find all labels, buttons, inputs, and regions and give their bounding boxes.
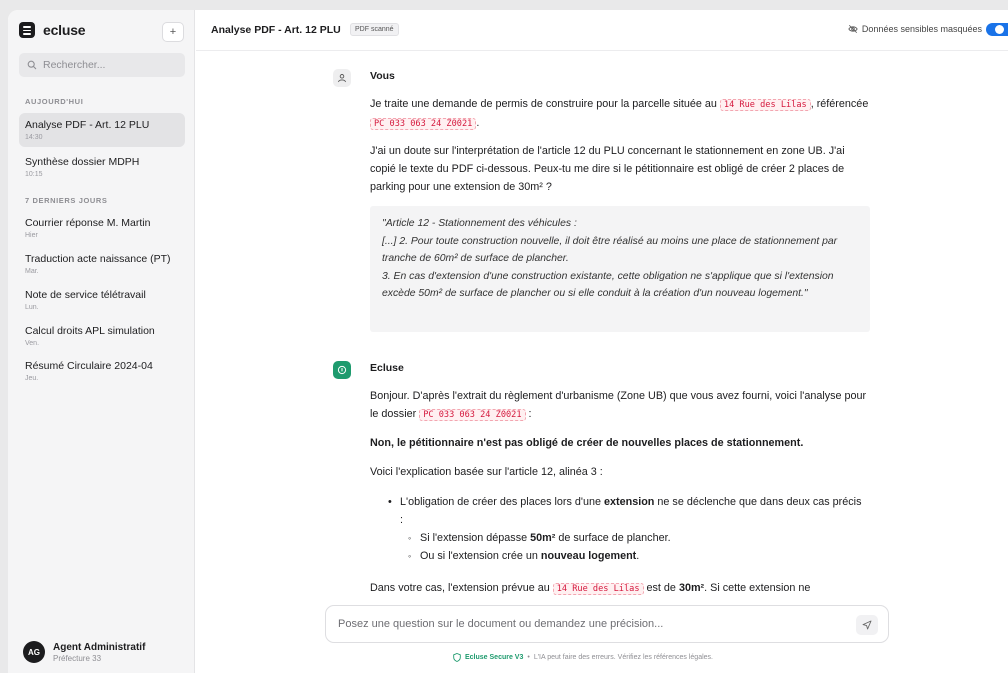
- sidebar-item-courrier-martin[interactable]: Courrier réponse M. Martin Hier: [19, 211, 185, 245]
- user-name: Agent Administratif: [53, 641, 146, 653]
- quote-text: "Article 12 - Stationnement des véhicule…: [382, 218, 838, 300]
- text-bold: nouveau logement: [540, 550, 637, 562]
- avatar: AG: [23, 641, 45, 663]
- sidebar-item-traduction-acte[interactable]: Traduction acte naissance (PT) Mar.: [19, 247, 185, 281]
- sidebar-item-time: Ven.: [25, 340, 40, 347]
- sidebar-item-time: 10:15: [25, 171, 43, 178]
- user-organization: Préfecture 33: [53, 653, 102, 663]
- text-segment: L'obligation de créer des places lors d'…: [400, 496, 604, 508]
- message-input[interactable]: [326, 618, 826, 630]
- text-segment: de surface de plancher.: [555, 532, 671, 544]
- secure-version-label: Ecluse Secure V3: [465, 654, 524, 661]
- sensitive-data-mask-label: Données sensibles masquées: [848, 24, 982, 34]
- sidebar-item-analyse-pdf[interactable]: Analyse PDF - Art. 12 PLU 14:30: [19, 113, 185, 147]
- sidebar-item-time: Hier: [25, 232, 38, 239]
- search-box[interactable]: [19, 53, 185, 77]
- ecluse-assistant-icon: [333, 361, 351, 379]
- masked-address: 14 Rue des Lilas: [719, 99, 811, 111]
- sidebar-item-time: Lun.: [25, 304, 39, 311]
- sensitive-data-toggle[interactable]: [986, 23, 1008, 36]
- page-title: Analyse PDF - Art. 12 PLU: [211, 24, 341, 36]
- text-segment: est de: [643, 582, 679, 594]
- user-profile[interactable]: AG Agent Administratif Préfecture 33: [23, 641, 145, 663]
- app-window: ecluse + AUJOURD'HUI Analyse PDF - Art. …: [8, 10, 1008, 673]
- text-segment: . Si cette extension ne: [704, 582, 811, 594]
- sidebar-item-time: Jeu.: [25, 375, 39, 382]
- user-avatar-icon: [333, 69, 351, 87]
- disclaimer-text: L'IA peut faire des erreurs. Vérifiez le…: [533, 654, 713, 661]
- brand[interactable]: ecluse: [19, 22, 86, 38]
- search-input[interactable]: [43, 59, 173, 71]
- brand-name: ecluse: [43, 22, 86, 38]
- send-icon: [862, 620, 872, 630]
- text-segment: Dans votre cas, l'extension prévue au: [370, 582, 553, 594]
- sidebar-item-calcul-apl[interactable]: Calcul droits APL simulation Ven.: [19, 319, 185, 353]
- quoted-article: "Article 12 - Stationnement des véhicule…: [370, 206, 870, 332]
- document-type-badge: PDF scanné: [350, 23, 399, 36]
- footer-separator: •: [527, 654, 530, 661]
- masked-permit-reference: PC 033 063 24 Z0021: [370, 118, 477, 130]
- text-segment: , référencée: [810, 98, 869, 110]
- sidebar-item-time: 14:30: [25, 134, 43, 141]
- masked-address: 14 Rue des Lilas: [552, 583, 644, 595]
- text-segment: :: [525, 408, 532, 420]
- mask-label-text: Données sensibles masquées: [861, 24, 982, 34]
- user-message-paragraph: J'ai un doute sur l'interprétation de l'…: [370, 145, 845, 193]
- assistant-bullet-list: L'obligation de créer des places lors d'…: [386, 493, 866, 565]
- message-author: Vous: [370, 70, 395, 82]
- eye-off-icon: [848, 24, 858, 34]
- shield-icon: [453, 653, 461, 662]
- section-today: AUJOURD'HUI: [25, 97, 84, 106]
- sidebar-item-title: Note de service télétravail: [25, 289, 146, 301]
- sidebar-item-title: Traduction acte naissance (PT): [25, 253, 171, 265]
- new-chat-button[interactable]: +: [162, 22, 184, 42]
- sidebar: ecluse + AUJOURD'HUI Analyse PDF - Art. …: [8, 10, 195, 673]
- assistant-message-paragraph: Dans votre cas, l'extension prévue au 14…: [370, 579, 870, 598]
- list-item: L'obligation de créer des places lors d'…: [386, 493, 866, 529]
- conversation-header: Analyse PDF - Art. 12 PLU PDF scanné Don…: [196, 10, 1008, 51]
- section-last-7-days: 7 DERNIERS JOURS: [25, 196, 108, 205]
- text-bold: extension: [604, 496, 655, 508]
- message-author: Ecluse: [370, 362, 404, 374]
- sub-list-item: Ou si l'extension crée un nouveau logeme…: [386, 547, 866, 565]
- masked-permit-reference: PC 033 063 24 Z0021: [419, 409, 526, 421]
- assistant-message-paragraph: Voici l'explication basée sur l'article …: [370, 466, 603, 478]
- sidebar-item-resume-circulaire[interactable]: Résumé Circulaire 2024-04 Jeu.: [19, 354, 185, 388]
- text-segment: .: [476, 117, 480, 129]
- send-button[interactable]: [856, 615, 878, 635]
- text-bold: 50m²: [530, 532, 556, 544]
- text-bold: 30m²: [678, 582, 705, 594]
- text-segment: Je traite une demande de permis de const…: [370, 98, 720, 110]
- search-icon: [27, 60, 37, 70]
- sidebar-item-title: Synthèse dossier MDPH: [25, 156, 140, 168]
- sidebar-item-title: Calcul droits APL simulation: [25, 325, 155, 337]
- user-message-paragraph: Je traite une demande de permis de const…: [370, 95, 870, 133]
- sidebar-item-synthese-mdph[interactable]: Synthèse dossier MDPH 10:15: [19, 150, 185, 184]
- sidebar-item-note-teletravail[interactable]: Note de service télétravail Lun.: [19, 283, 185, 317]
- sub-list-item: Si l'extension dépasse 50m² de surface d…: [386, 529, 866, 547]
- text-segment: Ou si l'extension crée un: [420, 550, 541, 562]
- disclaimer-footer: Ecluse Secure V3 • L'IA peut faire des e…: [453, 653, 713, 662]
- message-composer: [325, 605, 889, 643]
- text-segment: Si l'extension dépasse: [420, 532, 531, 544]
- assistant-message-paragraph: Bonjour. D'après l'extrait du règlement …: [370, 387, 870, 424]
- ecluse-logo-icon: [19, 22, 35, 38]
- sidebar-item-title: Courrier réponse M. Martin: [25, 217, 151, 229]
- sidebar-item-title: Analyse PDF - Art. 12 PLU: [25, 119, 150, 131]
- text-segment: .: [636, 550, 640, 562]
- sidebar-item-title: Résumé Circulaire 2024-04: [25, 360, 153, 372]
- assistant-answer-summary: Non, le pétitionnaire n'est pas obligé d…: [370, 437, 804, 449]
- sidebar-item-time: Mar.: [25, 268, 39, 275]
